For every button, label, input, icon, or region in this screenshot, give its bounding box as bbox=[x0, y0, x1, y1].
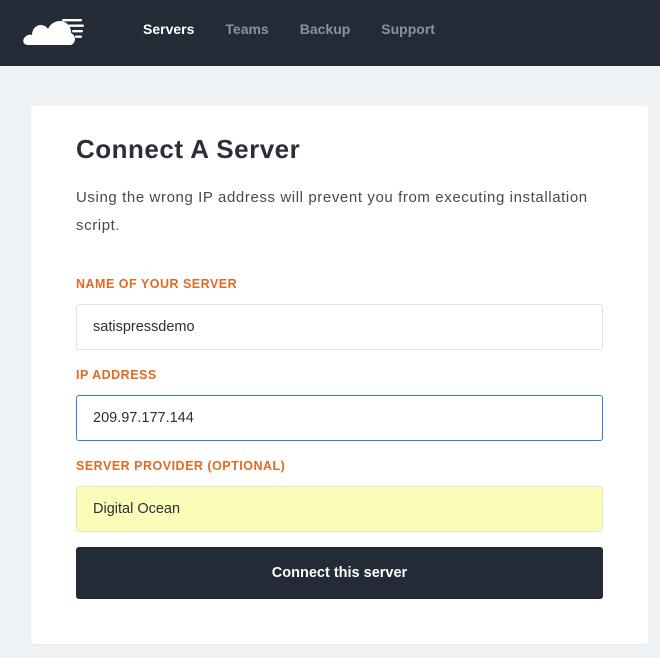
main-nav: Servers Teams Backup Support bbox=[143, 0, 466, 58]
nav-support[interactable]: Support bbox=[381, 21, 435, 37]
server-provider-label: SERVER PROVIDER (OPTIONAL) bbox=[76, 459, 286, 473]
ip-address-label: IP ADDRESS bbox=[76, 368, 157, 382]
ip-address-input[interactable] bbox=[76, 395, 603, 441]
connect-server-button[interactable]: Connect this server bbox=[76, 547, 603, 599]
nav-servers[interactable]: Servers bbox=[143, 21, 194, 37]
server-name-input[interactable] bbox=[76, 304, 603, 350]
nav-backup[interactable]: Backup bbox=[300, 21, 351, 37]
server-provider-input[interactable] bbox=[76, 486, 603, 532]
form-description: Using the wrong IP address will prevent … bbox=[76, 189, 588, 234]
server-name-label: NAME OF YOUR SERVER bbox=[76, 277, 238, 291]
top-navbar: Servers Teams Backup Support bbox=[0, 0, 660, 66]
page-title: Connect A Server bbox=[76, 134, 301, 164]
cloud-speed-icon[interactable] bbox=[22, 15, 84, 47]
connect-server-card: Connect A Server Using the wrong IP addr… bbox=[31, 106, 648, 644]
nav-teams[interactable]: Teams bbox=[225, 21, 268, 37]
